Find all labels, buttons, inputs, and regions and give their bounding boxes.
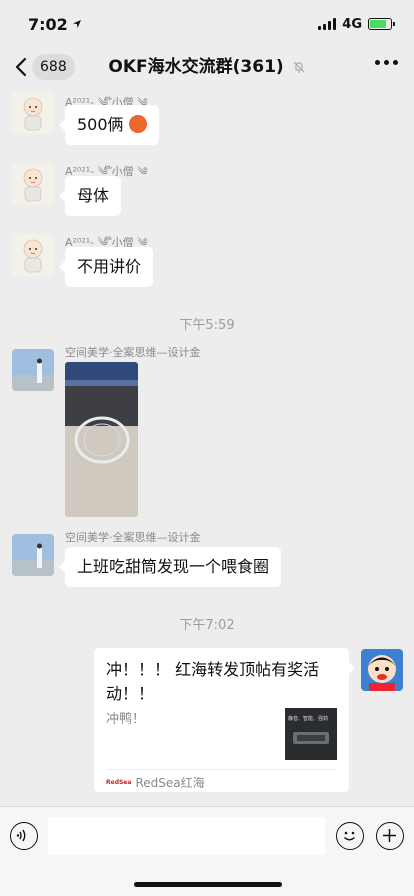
link-card-source: RedSea RedSea红海 <box>106 774 205 791</box>
sender-avatar[interactable] <box>12 349 54 391</box>
message-text: 上班吃甜筒发现一个喂食圈 <box>77 557 270 576</box>
location-arrow-icon <box>72 20 81 28</box>
chat-timestamp: 下午5:59 <box>179 318 235 333</box>
network-label: 4G <box>342 16 362 32</box>
more-options-icon[interactable] <box>375 60 398 65</box>
link-card-thumbnail: 静音、智能、强劲 <box>285 708 337 760</box>
message-bubble[interactable]: 500俩 <box>59 105 159 145</box>
message-bubble[interactable]: 上班吃甜筒发现一个喂食圈 <box>58 547 282 587</box>
angry-face-emoji-icon <box>128 115 147 133</box>
signal-icon <box>318 18 337 30</box>
clock-text: 7:02 <box>28 14 68 34</box>
sender-avatar[interactable] <box>12 234 54 276</box>
link-card-message[interactable]: 冲！！！ 红海转发顶帖有奖活动！！ 冲鸭！ 静音、智能、强劲 RedSea Re… <box>94 648 355 792</box>
sender-avatar[interactable] <box>12 163 54 205</box>
message-text: 母体 <box>77 186 110 205</box>
redsea-logo-icon: RedSea <box>106 779 132 786</box>
card-divider <box>106 769 337 770</box>
link-card-description: 冲鸭！ <box>106 712 146 727</box>
message-input[interactable] <box>48 817 325 855</box>
mute-bell-icon <box>293 61 305 73</box>
sender-name: 空间美学·全案思维—设计金 <box>65 531 201 544</box>
emoji-icon[interactable] <box>336 822 364 850</box>
sender-avatar[interactable] <box>12 534 54 576</box>
chat-title-text: OKF海水交流群(361) <box>108 57 284 77</box>
message-bubble[interactable]: 不用讲价 <box>58 247 154 287</box>
message-bubble[interactable]: 母体 <box>58 176 122 216</box>
status-indicators: 4G <box>318 16 395 32</box>
chat-nav-bar: 688 OKF海水交流群(361) <box>0 48 414 86</box>
chat-title: OKF海水交流群(361) <box>0 54 414 80</box>
sender-avatar[interactable] <box>12 92 54 134</box>
own-avatar[interactable] <box>361 649 403 691</box>
status-time: 7:02 <box>28 15 82 34</box>
message-text: 500俩 <box>77 115 124 134</box>
image-message[interactable] <box>65 362 138 517</box>
status-bar: 7:02 4G <box>0 0 414 48</box>
home-indicator <box>134 882 282 887</box>
sender-name: 空间美学·全案思维—设计金 <box>65 346 201 359</box>
add-more-icon[interactable] <box>376 822 404 850</box>
chat-timestamp: 下午7:02 <box>179 618 235 633</box>
battery-icon <box>368 18 395 30</box>
voice-input-icon[interactable] <box>10 822 38 850</box>
link-card-title: 冲！！！ 红海转发顶帖有奖活动！！ <box>106 660 320 703</box>
source-name: RedSea红海 <box>135 776 205 790</box>
message-text: 不用讲价 <box>77 257 142 276</box>
